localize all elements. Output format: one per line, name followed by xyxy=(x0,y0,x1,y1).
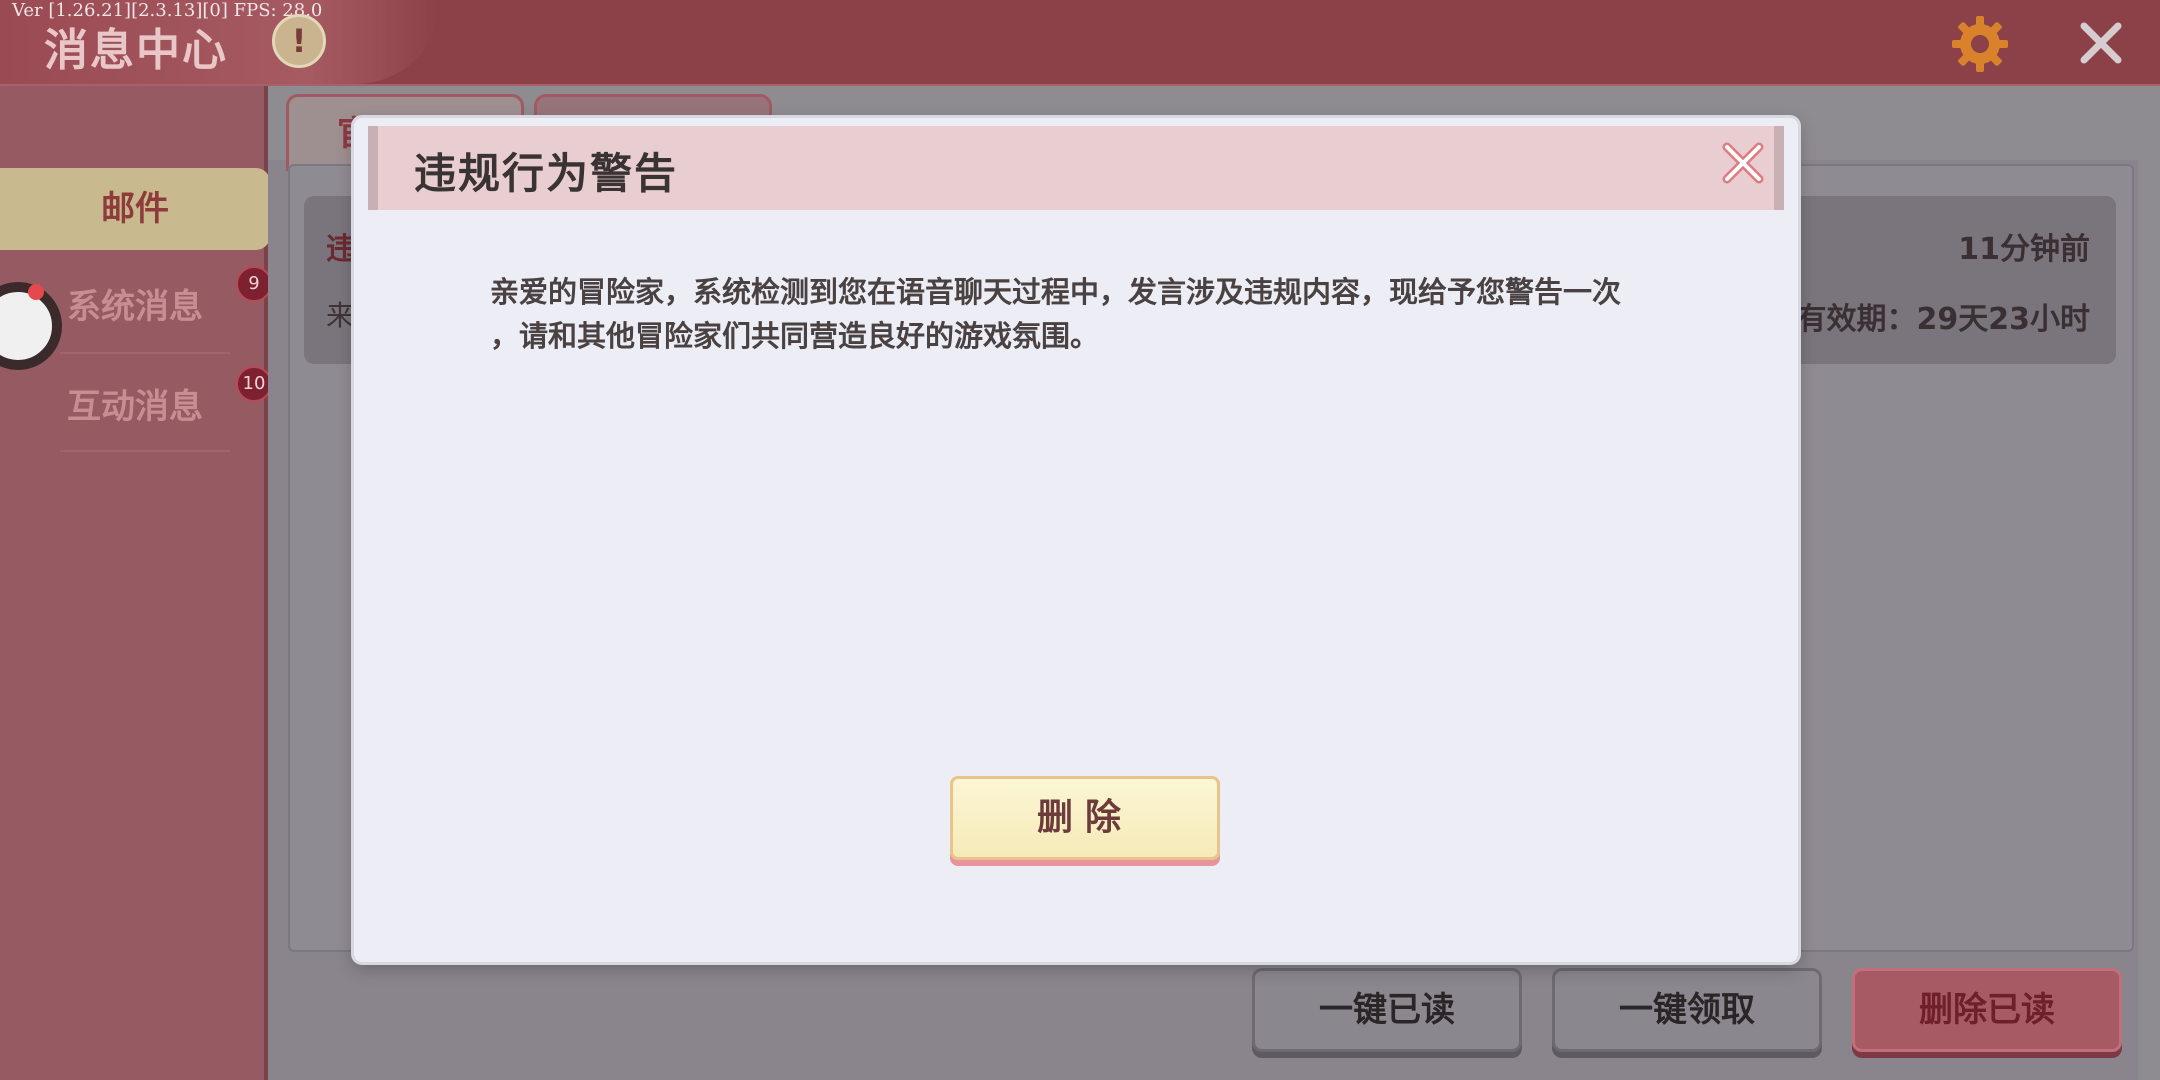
info-button[interactable]: ! xyxy=(272,14,326,68)
dialog-title: 违规行为警告 xyxy=(414,149,679,198)
sidebar-divider xyxy=(60,352,230,354)
violation-warning-dialog: 违规行为警告 亲爱的冒险家，系统检测到您在语音聊天过程中，发言涉及违规内容，现给… xyxy=(354,118,1798,962)
system-messages-count-badge: 9 xyxy=(236,266,272,302)
claim-all-button[interactable]: 一键领取 xyxy=(1552,968,1822,1052)
mail-item-title: 违 xyxy=(326,232,356,267)
mail-item-sender: 来 xyxy=(326,299,355,332)
interaction-messages-count-badge: 10 xyxy=(236,366,272,402)
notification-dot xyxy=(28,284,44,300)
mail-item-time: 11分钟前 xyxy=(1958,232,2090,267)
sidebar-divider xyxy=(60,450,230,452)
delete-button[interactable]: 删除 xyxy=(950,776,1220,860)
dialog-message: 亲爱的冒险家，系统检测到您在语音聊天过程中，发言涉及违规内容，现给予您警告一次 … xyxy=(490,275,1622,353)
version-fps-text: Ver [1.26.21][2.3.13][0] FPS: 28.0 xyxy=(12,0,323,21)
close-icon[interactable] xyxy=(2078,20,2124,66)
page-title: 消息中心 xyxy=(44,25,228,76)
delete-read-button[interactable]: 删除已读 xyxy=(1852,968,2122,1052)
sidebar-item-interaction-messages[interactable]: 互动消息 xyxy=(0,366,270,448)
dialog-header: 违规行为警告 xyxy=(368,126,1784,210)
close-icon[interactable] xyxy=(1720,140,1766,186)
sidebar-item-mail[interactable]: 邮件 xyxy=(0,168,270,250)
top-bar: 消息中心 Ver [1.26.21][2.3.13][0] FPS: 28.0 … xyxy=(0,0,2160,86)
gear-icon[interactable] xyxy=(1950,14,2010,74)
mail-item-expiry: 有效期：29天23小时 xyxy=(1796,302,2091,337)
mark-all-read-button[interactable]: 一键已读 xyxy=(1252,968,1522,1052)
